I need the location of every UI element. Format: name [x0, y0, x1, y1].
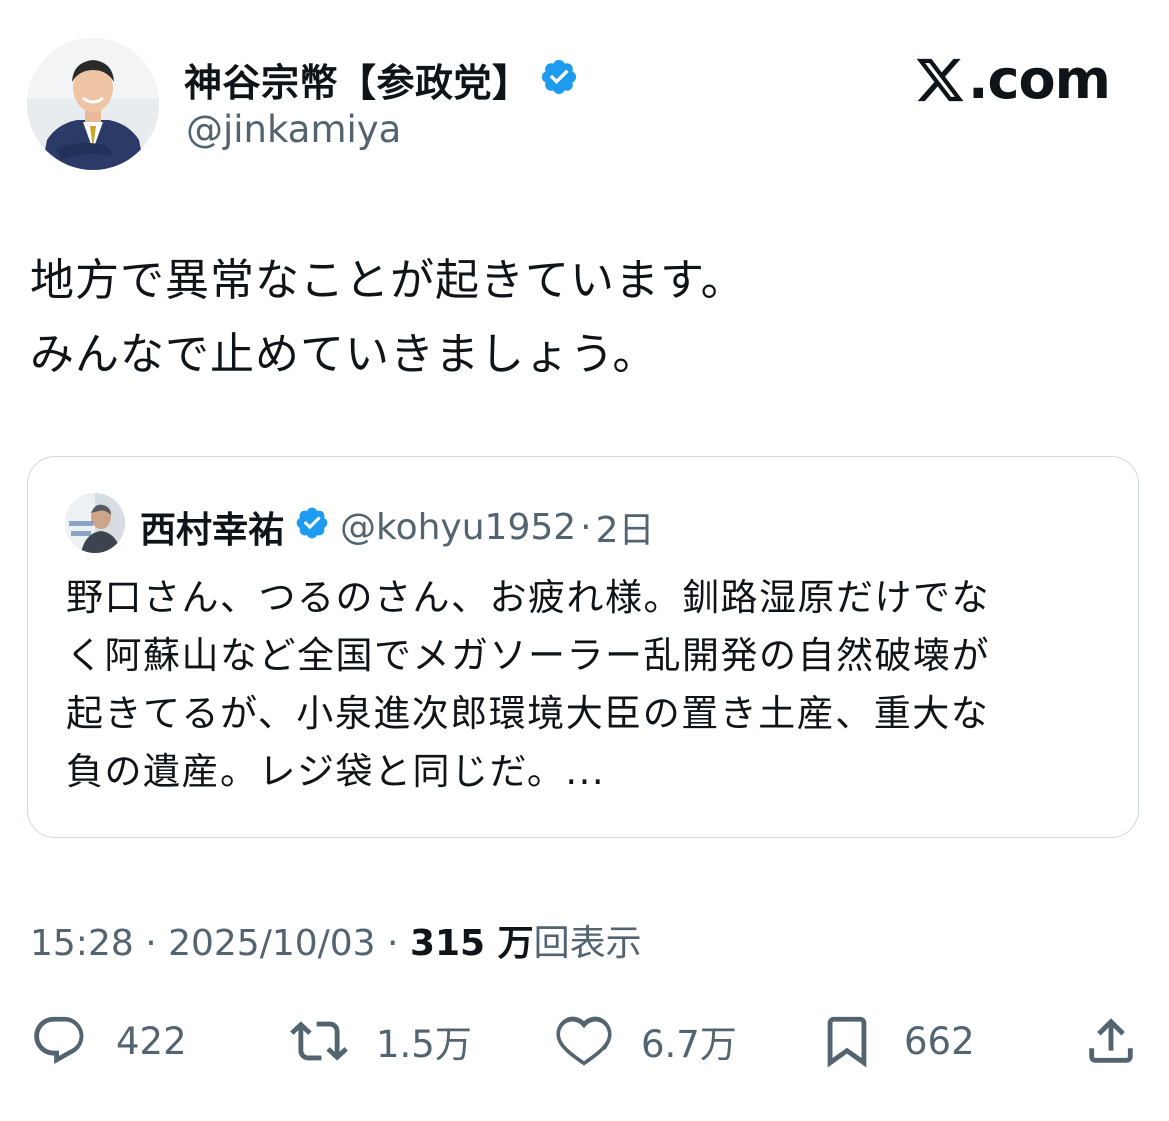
- quote-author-photo: [65, 493, 125, 553]
- meta-separator: ·: [133, 923, 169, 964]
- verified-badge-icon: [539, 57, 579, 106]
- reply-count: 422: [116, 1019, 187, 1063]
- tweet-date[interactable]: 2025/10/03: [168, 923, 376, 964]
- meta-separator: ·: [375, 923, 410, 964]
- like-count: 6.7万: [641, 1023, 737, 1066]
- tweet-meta: 15:28 · 2025/10/03 · 315 万回表示: [30, 914, 642, 966]
- action-bar: 422 1.5万 6.7万 662: [0, 1004, 1169, 1078]
- brand-text: .com: [968, 48, 1111, 111]
- quote-author-avatar[interactable]: [65, 493, 125, 553]
- retweet-icon: [290, 1021, 348, 1061]
- tweet-text: 地方で異常なことが起きています。 みんなで止めていきましょう。: [30, 244, 1140, 392]
- tweet-time[interactable]: 15:28: [30, 923, 134, 964]
- quote-separator: ·: [580, 506, 592, 548]
- quote-timestamp[interactable]: 2日: [596, 501, 655, 553]
- quote-author-handle[interactable]: @kohyu1952: [340, 507, 576, 548]
- bookmark-button[interactable]: 662: [818, 1004, 975, 1078]
- retweet-count: 1.5万: [376, 1023, 472, 1066]
- x-logo-icon: [916, 58, 964, 101]
- like-button[interactable]: 6.7万: [555, 1004, 737, 1078]
- reply-icon: [34, 1016, 84, 1064]
- quote-line: 負の遺産。レジ袋と同じだ。...: [66, 750, 606, 793]
- bookmark-count: 662: [904, 1019, 975, 1063]
- quote-line: く阿蘇山など全国でメガソーラー乱開発の自然破壊が: [66, 634, 990, 677]
- quoted-tweet-card[interactable]: 西村幸祐 @kohyu1952 · 2日 野口さん、つるのさん、お疲れ様。釧路湿…: [27, 456, 1139, 838]
- retweet-button[interactable]: 1.5万: [290, 1004, 472, 1078]
- heart-icon: [556, 1016, 612, 1066]
- views-count: 315 万: [409, 923, 534, 964]
- author-name-text: 神谷宗幣【参政党】: [184, 61, 531, 105]
- quote-text: 野口さん、つるのさん、お疲れ様。釧路湿原だけでな く阿蘇山など全国でメガソーラー…: [66, 569, 1126, 801]
- author-handle[interactable]: @jinkamiya: [186, 108, 401, 151]
- tweet-line: みんなで止めていきましょう。: [30, 329, 658, 380]
- x-brand-logo: .com: [914, 48, 1111, 111]
- quote-author-name[interactable]: 西村幸祐: [140, 501, 284, 553]
- author-avatar[interactable]: [27, 38, 159, 170]
- quote-line: 野口さん、つるのさん、お疲れ様。釧路湿原だけでな: [66, 576, 990, 619]
- share-icon: [1089, 1018, 1133, 1063]
- author-photo: [27, 38, 159, 170]
- bookmark-icon: [827, 1016, 867, 1068]
- tweet-line: 地方で異常なことが起きています。: [30, 255, 746, 306]
- reply-button[interactable]: 422: [30, 1004, 187, 1078]
- quote-line: 起きてるが、小泉進次郎環境大臣の置き土産、重大な: [66, 692, 990, 735]
- verified-badge-icon: [294, 505, 330, 545]
- share-button[interactable]: [1082, 1004, 1140, 1078]
- quote-header: 西村幸祐 @kohyu1952 · 2日: [140, 501, 655, 553]
- author-name[interactable]: 神谷宗幣【参政党】: [184, 52, 579, 110]
- views-label: 回表示: [533, 923, 642, 964]
